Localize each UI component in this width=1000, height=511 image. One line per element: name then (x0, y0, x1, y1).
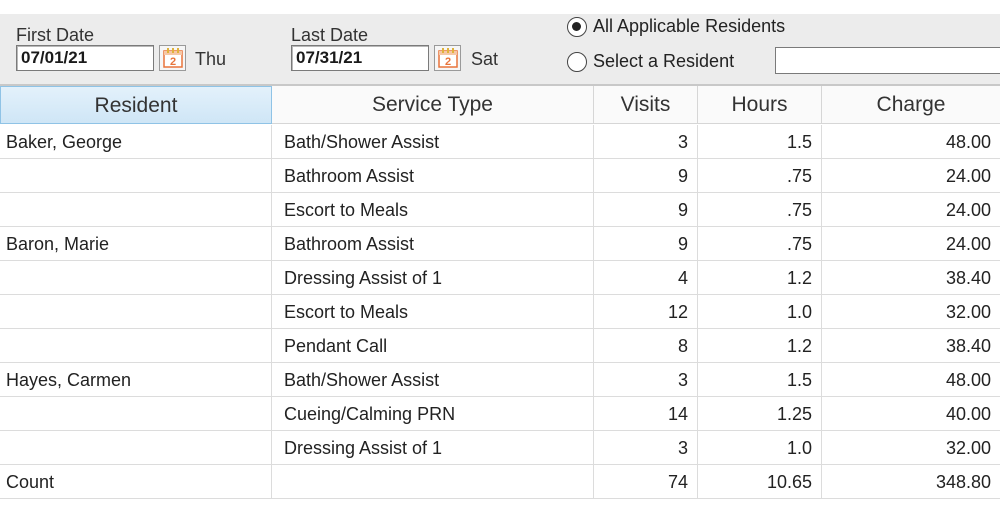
table-row[interactable]: Baron, Marie Bathroom Assist 9.75 24.00 (0, 227, 1000, 261)
cell-hours: .75 (698, 193, 822, 227)
first-date-input[interactable]: 07/01/21 (16, 45, 154, 71)
cell-resident (0, 261, 272, 295)
table-row[interactable]: Baker, George Bath/Shower Assist 3 1.5 48.00 (0, 125, 1000, 159)
cell-visits: 9 (594, 227, 698, 261)
cell-visits: 8 (594, 329, 698, 363)
table-footer-row[interactable]: Count 74 10.65 348.80 (0, 465, 1000, 499)
cell-charge: 32.00 (945, 302, 991, 322)
cell-visits: 3 (594, 431, 698, 465)
table-row[interactable]: Dressing Assist of 1 4 1.2 38.40 (0, 261, 1000, 295)
table-row[interactable]: Dressing Assist of 1 3 1.0 32.00 (0, 431, 1000, 465)
first-date-label: First Date (16, 25, 95, 45)
cell-resident: Baron, Marie (0, 227, 272, 261)
cell-charge: 38.40 (945, 336, 991, 356)
cell-hours: 10.65 (698, 465, 822, 499)
cell-hours: 1.0 (698, 431, 822, 465)
column-header-service-type[interactable]: Service Type (272, 86, 594, 124)
column-header-visits[interactable]: Visits (594, 86, 698, 124)
cell-visits: 9 (594, 193, 698, 227)
radio-unselected-icon (567, 51, 587, 72)
last-date-input[interactable]: 07/31/21 (291, 45, 429, 71)
cell-hours: 1.2 (698, 261, 822, 295)
cell-visits: 12 (594, 295, 698, 329)
calendar-icon-number: 2 (170, 56, 176, 68)
cell-resident (0, 193, 272, 227)
first-date-weekday: Thu (195, 49, 227, 69)
first-date-calendar-button[interactable]: 2 (159, 45, 186, 71)
cell-service-type: Cueing/Calming PRN (272, 397, 594, 431)
cell-charge: 24.00 (945, 234, 991, 254)
cell-service-type: Bath/Shower Assist (272, 363, 594, 397)
radio-selected-icon (567, 16, 587, 37)
column-header-resident[interactable]: Resident (0, 86, 272, 124)
cell-visits: 9 (594, 159, 698, 193)
cell-service-type: Bath/Shower Assist (272, 125, 594, 159)
radio-all-residents[interactable]: All Applicable Residents (567, 16, 785, 37)
resident-select-input[interactable] (775, 47, 1000, 74)
cell-charge: 38.40 (945, 268, 991, 288)
filter-bar: First Date 07/01/21 2 Thu Last Date 07/3… (0, 0, 1000, 86)
last-date-weekday: Sat (471, 49, 499, 69)
top-margin (0, 0, 1000, 14)
calendar-icon: 2 (438, 48, 458, 68)
cell-charge: 48.00 (945, 370, 991, 390)
column-header-charge[interactable]: Charge (822, 86, 1000, 124)
cell-hours: 1.5 (698, 125, 822, 159)
radio-select-resident-label: Select a Resident (593, 51, 735, 71)
cell-hours: 1.0 (698, 295, 822, 329)
table-row[interactable]: Bathroom Assist 9.75 24.00 (0, 159, 1000, 193)
cell-resident (0, 295, 272, 329)
table-row[interactable]: Cueing/Calming PRN 14 1.25 40.00 (0, 397, 1000, 431)
cell-charge: 348.80 (935, 472, 991, 492)
radio-select-resident[interactable]: Select a Resident (567, 51, 734, 72)
calendar-icon-number: 2 (445, 56, 451, 68)
cell-charge: 48.00 (945, 132, 991, 152)
cell-resident: Baker, George (0, 125, 272, 159)
calendar-icon: 2 (163, 48, 183, 68)
cell-charge: 24.00 (945, 166, 991, 186)
cell-hours: 1.2 (698, 329, 822, 363)
cell-service-type (272, 465, 594, 499)
cell-service-type: Dressing Assist of 1 (272, 431, 594, 465)
last-date-label: Last Date (291, 25, 369, 45)
cell-visits: 3 (594, 125, 698, 159)
cell-resident (0, 397, 272, 431)
cell-resident: Count (0, 465, 272, 499)
grid-header: Resident Service Type Visits Hours Charg… (0, 86, 1000, 124)
cell-hours: 1.5 (698, 363, 822, 397)
cell-charge: 40.00 (945, 404, 991, 424)
cell-visits: 4 (594, 261, 698, 295)
cell-charge: 24.00 (945, 200, 991, 220)
cell-service-type: Escort to Meals (272, 193, 594, 227)
table-row[interactable]: Pendant Call 8 1.2 38.40 (0, 329, 1000, 363)
table-row[interactable]: Escort to Meals 9.75 24.00 (0, 193, 1000, 227)
cell-hours: 1.25 (698, 397, 822, 431)
cell-service-type: Dressing Assist of 1 (272, 261, 594, 295)
cell-service-type: Bathroom Assist (272, 227, 594, 261)
cell-service-type: Bathroom Assist (272, 159, 594, 193)
cell-resident: Hayes, Carmen (0, 363, 272, 397)
cell-visits: 14 (594, 397, 698, 431)
cell-visits: 74 (594, 465, 698, 499)
cell-service-type: Escort to Meals (272, 295, 594, 329)
radio-all-residents-label: All Applicable Residents (593, 16, 786, 36)
cell-hours: .75 (698, 227, 822, 261)
cell-service-type: Pendant Call (272, 329, 594, 363)
table-row[interactable]: Escort to Meals 12 1.0 32.00 (0, 295, 1000, 329)
cell-hours: .75 (698, 159, 822, 193)
last-date-calendar-button[interactable]: 2 (434, 45, 461, 71)
table-row[interactable]: Hayes, Carmen Bath/Shower Assist 3 1.5 48.00 (0, 363, 1000, 397)
cell-resident (0, 431, 272, 465)
cell-resident (0, 159, 272, 193)
column-header-hours[interactable]: Hours (698, 86, 822, 124)
cell-resident (0, 329, 272, 363)
cell-charge: 32.00 (945, 438, 991, 458)
cell-visits: 3 (594, 363, 698, 397)
